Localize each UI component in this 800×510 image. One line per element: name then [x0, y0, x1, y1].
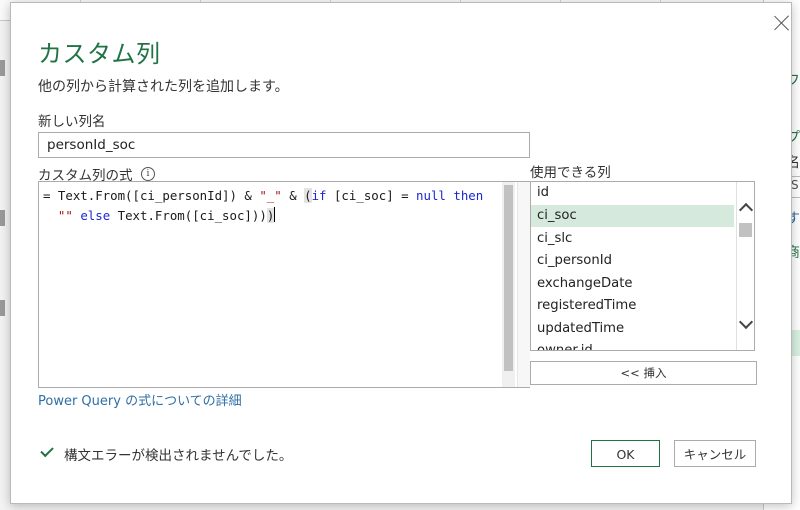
text-caret: [274, 207, 276, 222]
close-icon[interactable]: [774, 15, 790, 31]
editor-gutter: [517, 182, 530, 387]
list-scrollbar-thumb[interactable]: [739, 223, 752, 237]
dialog-subtitle: 他の列から計算された列を追加します。: [38, 79, 289, 95]
list-item[interactable]: id: [531, 182, 734, 204]
list-item[interactable]: registeredTime: [531, 295, 734, 317]
checkmark-icon: [40, 443, 54, 458]
list-item[interactable]: ci_slc: [531, 228, 734, 250]
status-text: 構文エラーが検出されませんでした。: [64, 448, 293, 464]
list-scrollbar[interactable]: [736, 182, 754, 350]
list-item[interactable]: updatedTime: [531, 318, 734, 340]
cancel-button[interactable]: キャンセル: [674, 440, 756, 467]
insert-button[interactable]: << 挿入: [530, 361, 757, 385]
list-item[interactable]: ci_personId: [531, 250, 734, 272]
chevron-up-icon[interactable]: [740, 202, 751, 213]
new-column-name-label: 新しい列名: [38, 114, 106, 130]
formula-editor[interactable]: = Text.From([ci_personId]) & "_" & (if […: [38, 181, 530, 388]
chevron-down-icon[interactable]: [740, 319, 751, 330]
learn-more-link[interactable]: Power Query の式についての詳細: [38, 390, 242, 409]
available-columns-label: 使用できる列: [530, 165, 611, 181]
formula-code[interactable]: = Text.From([ci_personId]) & "_" & (if […: [43, 186, 505, 226]
editor-scrollbar[interactable]: [502, 182, 515, 387]
editor-scrollbar-thumb[interactable]: [504, 185, 513, 371]
new-column-name-input[interactable]: personId_soc: [38, 132, 530, 158]
list-item[interactable]: exchangeDate: [531, 273, 734, 295]
list-item[interactable]: ci_soc: [531, 205, 734, 227]
ok-button[interactable]: OK: [591, 440, 660, 467]
info-icon[interactable]: i: [141, 167, 155, 181]
dialog-title: カスタム列: [38, 40, 161, 68]
available-columns-list[interactable]: id ci_soc ci_slc ci_personId exchangeDat…: [530, 181, 755, 351]
custom-column-dialog: カスタム列 他の列から計算された列を追加します。 新しい列名 personId_…: [10, 2, 792, 504]
list-item[interactable]: owner.id: [531, 340, 734, 350]
bg-glyph: S: [791, 178, 799, 192]
